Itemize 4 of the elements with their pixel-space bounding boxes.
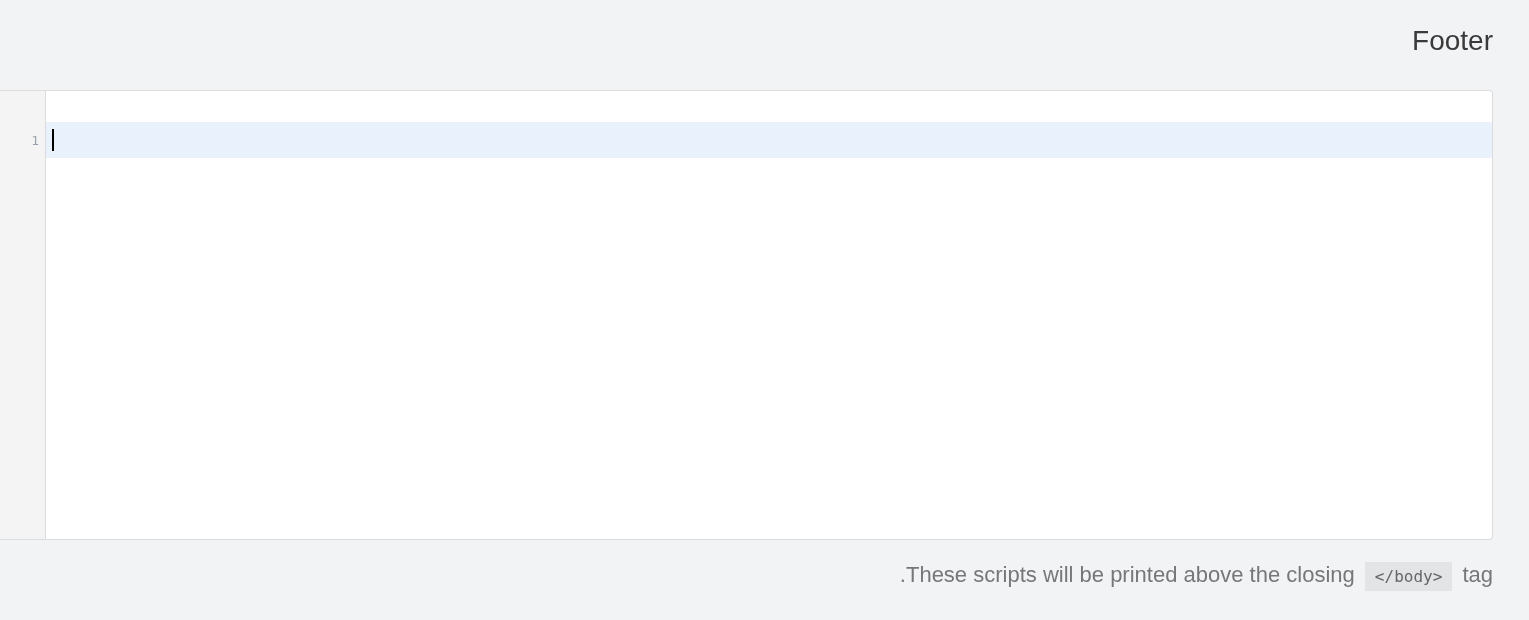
help-text: .These scripts will be printed above the closing </body> tag bbox=[899, 560, 1493, 592]
code-editor[interactable]: 1 bbox=[0, 90, 1493, 540]
section-title: Footer bbox=[1412, 24, 1493, 58]
line-number: 1 bbox=[31, 132, 39, 148]
